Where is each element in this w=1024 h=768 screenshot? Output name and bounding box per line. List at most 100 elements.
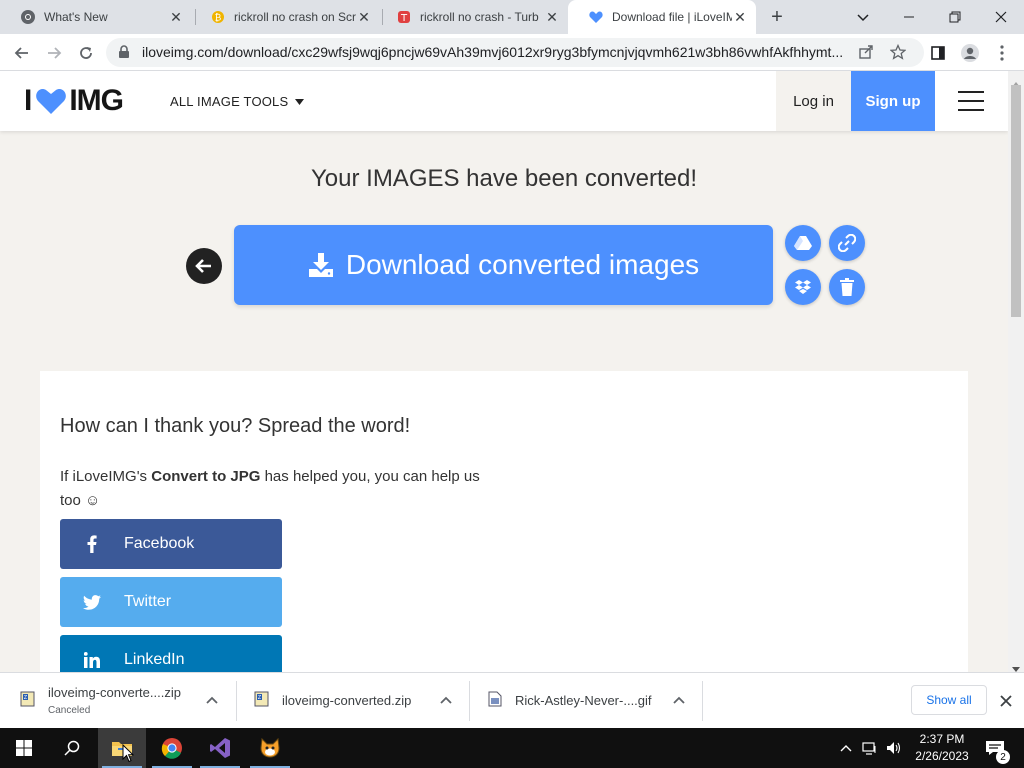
linkedin-label: LinkedIn (124, 651, 185, 668)
zip-file-icon: Z (254, 691, 270, 707)
page-scrollbar[interactable] (1008, 71, 1024, 672)
download-icon (308, 252, 334, 278)
scratch-cat-icon[interactable] (246, 728, 294, 768)
tab-title: rickroll no crash - Turb (420, 10, 539, 24)
download-item[interactable]: Z iloveimg-converted.zip (234, 673, 470, 729)
bookmark-star-icon[interactable] (889, 43, 907, 65)
tab-rickroll-scratch[interactable]: ₿ rickroll no crash on Scr ✕ (190, 0, 380, 34)
twitter-icon (60, 594, 124, 610)
tab-download-iloveimg[interactable]: Download file | iLoveIM ✕ (568, 0, 756, 34)
share-card-text: If iLoveIMG's Convert to JPG has helped … (60, 465, 500, 513)
visual-studio-icon[interactable] (196, 728, 244, 768)
logo-heart-icon (35, 87, 67, 115)
minimize-window-button[interactable] (886, 0, 932, 34)
iloveimg-heart-icon (588, 9, 604, 25)
left-arrow-icon (195, 259, 211, 273)
svg-text:T: T (400, 13, 408, 24)
clock-time: 2:37 PM (919, 732, 965, 746)
volume-icon[interactable] (886, 740, 902, 756)
all-image-tools-menu[interactable]: ALL IMAGE TOOLS (170, 93, 305, 109)
share-icon[interactable] (858, 44, 874, 65)
facebook-label: Facebook (124, 535, 195, 552)
download-item[interactable]: Rick-Astley-Never-....gif (467, 673, 703, 729)
facebook-icon (60, 535, 124, 553)
iloveimg-logo[interactable]: I IMG (24, 84, 124, 117)
show-hidden-icons-chevron-icon[interactable] (838, 740, 854, 756)
close-tab-icon[interactable]: ✕ (732, 9, 748, 25)
download-file-name: iloveimg-converte....zip (48, 685, 181, 700)
tab-whats-new[interactable]: What's New ✕ (0, 0, 192, 34)
logo-letter: I (24, 84, 32, 117)
scrollbar-thumb[interactable] (1011, 85, 1021, 317)
chrome-icon (20, 9, 36, 25)
chrome-icon[interactable] (148, 728, 196, 768)
back-button[interactable] (186, 248, 222, 284)
share-card-title: How can I thank you? Spread the word! (60, 415, 411, 437)
tab-title: Download file | iLoveIM (612, 10, 732, 24)
svg-text:₿: ₿ (215, 13, 222, 24)
new-tab-button[interactable]: + (766, 6, 788, 28)
address-bar[interactable]: iloveimg.com/download/cxc29wfsj9wqj6pncj… (106, 38, 924, 67)
share-facebook-button[interactable]: Facebook (60, 519, 282, 569)
close-tab-icon[interactable]: ✕ (544, 9, 560, 25)
tab-search-chevron-icon[interactable] (840, 0, 886, 34)
download-file-name: Rick-Astley-Never-....gif (515, 693, 652, 708)
chevron-up-icon[interactable] (671, 693, 687, 709)
download-item[interactable]: Z iloveimg-converte....zip Canceled (0, 673, 236, 729)
download-converted-images-button[interactable]: Download converted images (234, 225, 773, 305)
restore-window-button[interactable] (932, 0, 978, 34)
profile-avatar-icon[interactable] (956, 39, 984, 67)
windows-start-icon[interactable] (0, 728, 48, 768)
chrome-menu-icon[interactable] (988, 39, 1016, 67)
tab-rickroll-turbowarp[interactable]: T rickroll no crash - Turb ✕ (376, 0, 568, 34)
side-panel-icon[interactable] (924, 39, 952, 67)
share-linkedin-button[interactable]: LinkedIn (60, 635, 282, 672)
browser-toolbar: iloveimg.com/download/cxc29wfsj9wqj6pncj… (0, 34, 1024, 71)
link-icon (838, 234, 856, 252)
login-button[interactable]: Log in (776, 71, 851, 131)
twitter-label: Twitter (124, 593, 172, 610)
close-tab-icon[interactable]: ✕ (168, 9, 184, 25)
site-header: I IMG ALL IMAGE TOOLS Log in Sign up (0, 71, 1008, 131)
save-to-google-drive-button[interactable] (785, 225, 821, 261)
close-shelf-icon[interactable] (996, 691, 1016, 711)
logo-text: IMG (69, 84, 124, 117)
lock-icon[interactable] (118, 45, 130, 64)
tab-title: What's New (44, 10, 108, 24)
forward-arrow-icon[interactable] (40, 39, 68, 67)
close-tab-icon[interactable]: ✕ (356, 9, 372, 25)
dropbox-icon (795, 280, 811, 294)
close-window-button[interactable] (978, 0, 1024, 34)
copy-link-button[interactable] (829, 225, 865, 261)
mouse-cursor-icon (122, 743, 135, 768)
shelf-divider (702, 681, 703, 721)
share-twitter-button[interactable]: Twitter (60, 577, 282, 627)
taskbar-clock[interactable]: 2:37 PM 2/26/2023 (910, 731, 974, 765)
delete-files-button[interactable] (829, 269, 865, 305)
download-status: Canceled (48, 705, 91, 716)
signup-button[interactable]: Sign up (851, 71, 935, 131)
reload-icon[interactable] (72, 39, 100, 67)
network-icon[interactable] (862, 740, 878, 756)
scratch-coin-icon: ₿ (210, 9, 226, 25)
url-text: iloveimg.com/download/cxc29wfsj9wqj6pncj… (142, 44, 842, 60)
downloads-shelf: Z iloveimg-converte....zip Canceled Z il… (0, 672, 1024, 728)
download-label: Download converted images (345, 249, 700, 280)
show-all-downloads-button[interactable]: Show all (911, 685, 987, 715)
save-to-dropbox-button[interactable] (785, 269, 821, 305)
windows-taskbar: 2:37 PM 2/26/2023 2 (0, 728, 1024, 768)
page-title: Your IMAGES have been converted! (310, 165, 697, 192)
download-file-name: iloveimg-converted.zip (282, 693, 412, 708)
chevron-up-icon[interactable] (438, 693, 454, 709)
zip-file-icon: Z (20, 691, 36, 707)
back-arrow-icon[interactable] (8, 39, 36, 67)
hamburger-menu-icon[interactable] (958, 91, 984, 111)
google-drive-icon (794, 236, 812, 250)
share-text-start: If iLoveIMG's (60, 468, 152, 485)
clock-date: 2/26/2023 (915, 749, 969, 763)
svg-text:Z: Z (24, 695, 28, 701)
search-icon[interactable] (48, 728, 96, 768)
chevron-up-icon[interactable] (204, 693, 220, 709)
linkedin-icon (60, 652, 124, 668)
trash-icon (840, 278, 854, 296)
